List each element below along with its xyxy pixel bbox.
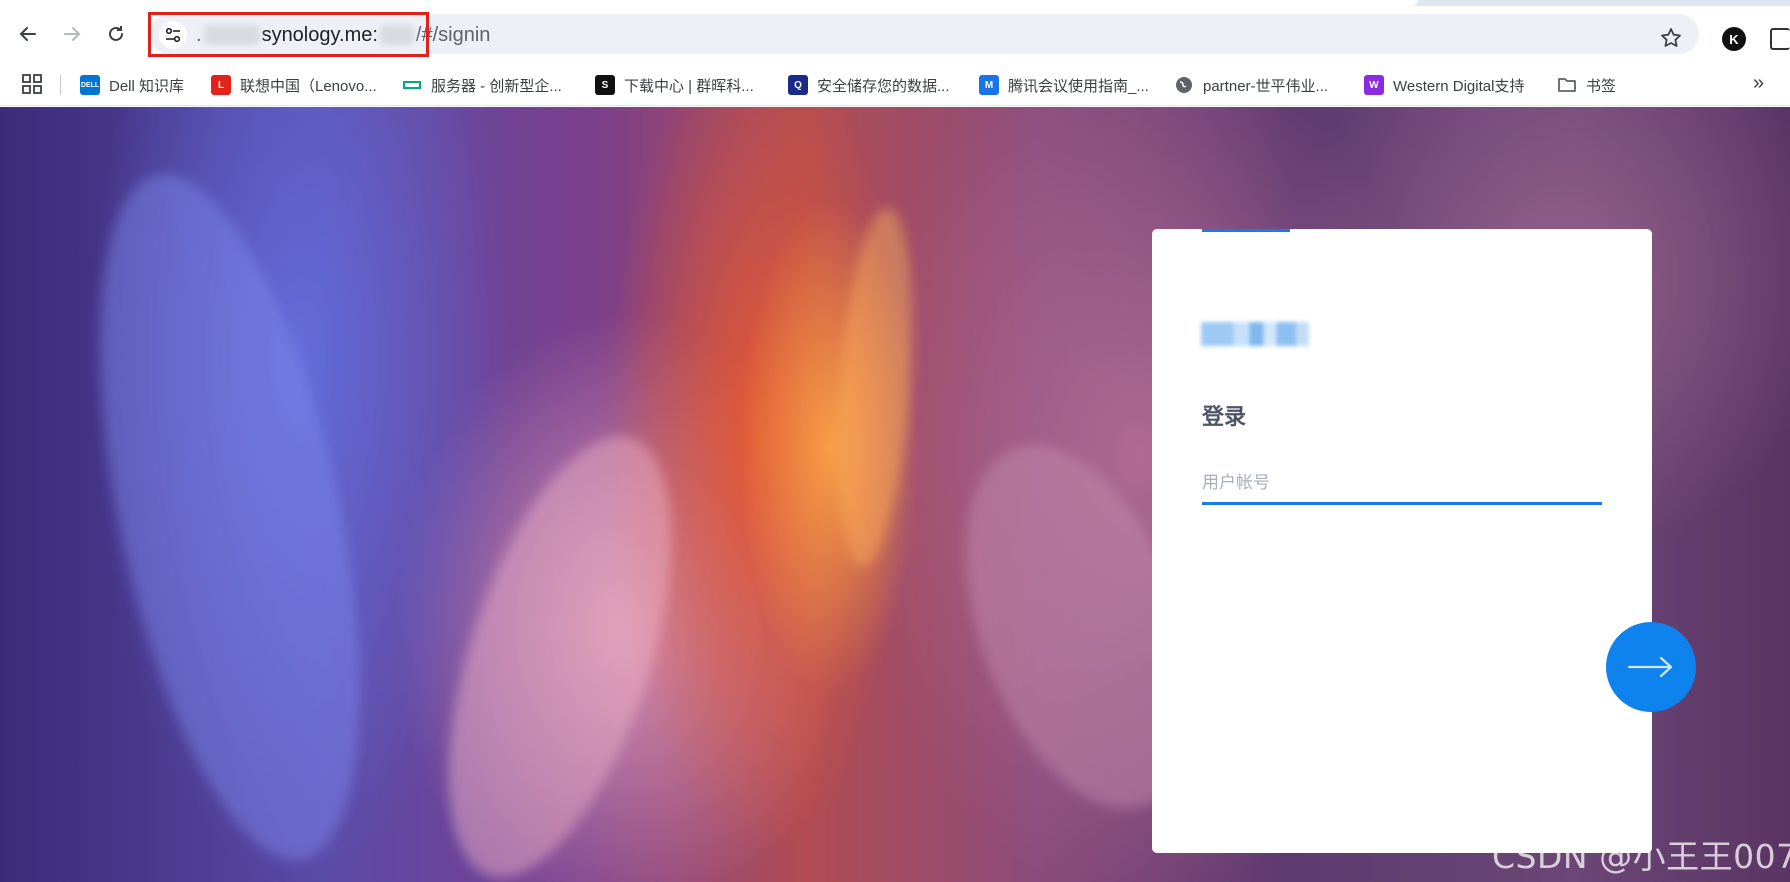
back-button[interactable]: [13, 19, 43, 49]
next-button[interactable]: [1606, 622, 1696, 712]
url-highlight-box: [148, 12, 429, 57]
bookmark-star-icon[interactable]: [1659, 26, 1683, 50]
bookmark-item[interactable]: L 联想中国（Lenovo...: [211, 72, 377, 98]
bookmark-item[interactable]: 服务器 - 创新型企...: [402, 72, 562, 98]
login-card: 登录: [1152, 229, 1652, 853]
qnap-icon: Q: [788, 75, 808, 95]
csdn-watermark: CSDN @小王王007: [1492, 837, 1790, 876]
bookmark-label: 联想中国（Lenovo...: [240, 77, 377, 95]
tencent-meeting-icon: M: [979, 75, 999, 95]
dell-icon: DELL: [80, 75, 100, 95]
wd-icon: W: [1364, 75, 1384, 95]
bookmark-label: 下载中心 | 群晖科...: [624, 77, 754, 95]
forward-button[interactable]: [57, 19, 87, 49]
bookmark-label: 服务器 - 创新型企...: [431, 77, 562, 95]
bookmark-label: 腾讯会议使用指南_...: [1008, 77, 1149, 95]
bookmark-item[interactable]: partner-世平伟业...: [1174, 72, 1328, 98]
bookmarks-bar: DELL Dell 知识库 L 联想中国（Lenovo... 服务器 - 创新型企...…: [0, 64, 1790, 106]
bookmark-item[interactable]: S 下载中心 | 群晖科...: [595, 72, 754, 98]
globe-icon: [1174, 75, 1194, 95]
extension-icon[interactable]: [1770, 28, 1790, 50]
synology-icon: S: [595, 75, 615, 95]
bookmark-item[interactable]: W Western Digital支持: [1364, 72, 1524, 98]
bookmark-item[interactable]: M 腾讯会议使用指南_...: [979, 72, 1149, 98]
more-bookmarks-chevron-icon[interactable]: »: [1753, 72, 1764, 95]
blurred-logo: [1201, 322, 1309, 346]
bookmark-item[interactable]: Q 安全储存您的数据...: [788, 72, 950, 98]
extension-k-icon[interactable]: K: [1722, 27, 1746, 51]
bookmarks-separator: [60, 75, 61, 95]
username-input[interactable]: [1202, 467, 1602, 505]
bookmark-item[interactable]: DELL Dell 知识库: [80, 72, 184, 98]
login-title: 登录: [1202, 405, 1247, 430]
reload-icon: [109, 26, 123, 41]
hpe-icon: [402, 75, 422, 95]
folder-icon: [1557, 75, 1577, 95]
bookmark-item[interactable]: 书签: [1557, 72, 1616, 98]
reload-button[interactable]: [101, 19, 131, 49]
bookmark-label: 安全储存您的数据...: [817, 77, 950, 95]
bookmark-label: Dell 知识库: [109, 77, 185, 95]
card-accent-bar: [1202, 229, 1290, 232]
forward-arrow-icon: [64, 27, 81, 41]
bookmark-label: partner-世平伟业...: [1203, 77, 1329, 95]
bookmark-label: 书签: [1586, 77, 1617, 95]
arrow-right-icon: [1627, 656, 1673, 678]
apps-grid-icon[interactable]: [21, 73, 43, 95]
lenovo-icon: L: [211, 75, 231, 95]
bookmark-label: Western Digital支持: [1393, 77, 1525, 95]
back-arrow-icon: [19, 27, 36, 41]
